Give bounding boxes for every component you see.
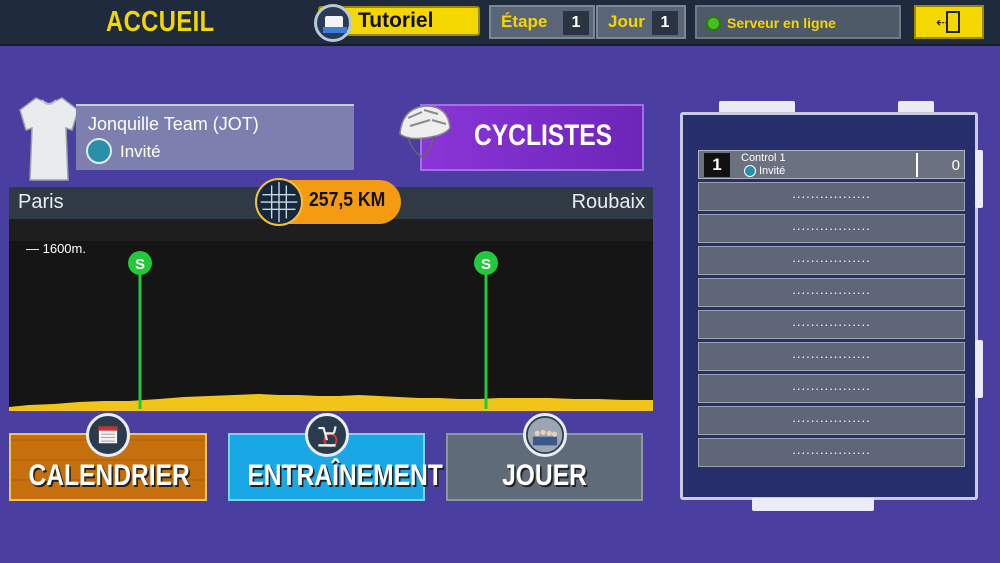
cyclists-label: CYCLISTES	[474, 119, 613, 152]
team-role: Invité	[120, 142, 161, 161]
empty-leaderboard-row: .................	[698, 182, 965, 211]
empty-leaderboard-row: .................	[698, 342, 965, 371]
svg-text:S: S	[135, 256, 145, 273]
training-label: ENTRAÎNEMENT	[247, 459, 443, 492]
training-button[interactable]: ENTRAÎNEMENT	[228, 413, 443, 501]
play-button[interactable]: JOUER	[446, 413, 643, 501]
day-label: Jour	[608, 12, 645, 31]
empty-leaderboard-row: .................	[698, 246, 965, 275]
calendar-icon	[86, 413, 130, 457]
player-name: Control 1	[741, 152, 786, 164]
exercise-bike-icon	[304, 413, 349, 457]
calendar-label: CALENDRIER	[28, 459, 190, 492]
team-card[interactable]: Jonquille Team (JOT) Invité	[76, 104, 354, 170]
top-bar: ACCUEIL Tutoriel Étape 1 Jour 1 Serveur …	[0, 0, 1000, 46]
start-city: Paris	[18, 191, 64, 213]
day-value: 1	[652, 11, 678, 35]
player-avatar-icon	[744, 165, 756, 177]
elevation-chart: S S	[9, 251, 653, 411]
tutorial-button[interactable]: Tutoriel	[314, 4, 480, 42]
server-status-text: Serveur en ligne	[727, 15, 836, 31]
finish-city: Roubaix	[571, 191, 645, 213]
player-role: Invité	[759, 165, 786, 177]
board-side-tab	[975, 150, 983, 208]
tutorial-label: Tutoriel	[358, 9, 434, 32]
play-label: JOUER	[502, 459, 587, 492]
stage-label: Étape	[501, 12, 548, 31]
day-indicator: Jour 1	[596, 5, 686, 39]
sprint-marker: S	[474, 251, 498, 409]
svg-text:S: S	[481, 256, 491, 273]
race-distance: 257,5 KM	[309, 189, 386, 211]
door-icon	[946, 11, 960, 33]
elevation-profile	[9, 394, 653, 411]
tutorial-icon	[314, 4, 352, 42]
helmet-icon	[399, 105, 451, 159]
board-side-tab	[975, 340, 983, 398]
team-name: Jonquille Team (JOT)	[88, 114, 259, 134]
peloton-icon	[522, 413, 567, 457]
distance-pill: 257,5 KM	[255, 178, 401, 226]
empty-leaderboard-row: .................	[698, 214, 965, 243]
player-score: 0	[951, 157, 960, 174]
stage-indicator: Étape 1	[489, 5, 595, 39]
sprint-marker: S	[128, 251, 152, 409]
online-status-icon	[706, 16, 721, 31]
jersey-icon	[19, 97, 79, 181]
page-title: ACCUEIL	[106, 6, 215, 38]
globe-icon	[255, 178, 303, 226]
calendar-button[interactable]: CALENDRIER	[9, 413, 207, 501]
player-rank: 1	[704, 153, 730, 177]
exit-button[interactable]: ⇠	[914, 5, 984, 39]
empty-leaderboard-row: .................	[698, 310, 965, 339]
server-status: Serveur en ligne	[695, 5, 901, 39]
empty-leaderboard-row: .................	[698, 406, 965, 435]
empty-leaderboard-row: .................	[698, 278, 965, 307]
empty-leaderboard-row: .................	[698, 438, 965, 467]
board-tab	[752, 498, 874, 511]
empty-leaderboard-row: .................	[698, 374, 965, 403]
player-avatar-icon	[86, 138, 112, 164]
leaderboard-row[interactable]: 1 Control 1 Invité 0	[698, 150, 965, 179]
stage-value: 1	[563, 11, 589, 35]
